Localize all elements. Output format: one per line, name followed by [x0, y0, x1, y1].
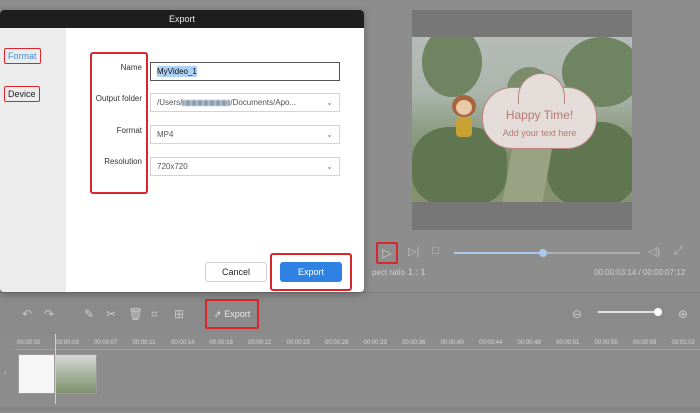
undo-icon[interactable]: ↶ — [22, 307, 32, 321]
chevron-down-icon: ⌄ — [326, 98, 333, 107]
chevron-down-icon: ⌄ — [326, 162, 333, 171]
text-overlay-cloud[interactable]: Happy Time! Add your text here — [482, 73, 597, 149]
export-icon: ⇗ — [213, 308, 222, 319]
dialog-sidebar: Format Device — [0, 28, 66, 292]
aspect-ratio-value[interactable]: 1 : 1 — [408, 267, 426, 277]
format-label: Format — [116, 126, 142, 135]
timeline-tick-label: 00:00:25 — [286, 340, 310, 346]
name-label: Name — [120, 63, 142, 72]
zoom-in-icon[interactable]: ⊕ — [678, 307, 688, 321]
timeline-tick-label: 00:00:44 — [479, 340, 503, 346]
timeline-clip-blank[interactable] — [18, 354, 55, 394]
redo-icon[interactable]: ↷ — [44, 307, 54, 321]
aspect-ratio-label: pect ratio — [372, 268, 405, 277]
export-button[interactable]: Export — [280, 262, 342, 282]
timeline-clip-video[interactable] — [55, 354, 97, 394]
resolution-label: Resolution — [104, 157, 142, 166]
name-value: MyVideo_1 — [157, 66, 197, 77]
zoom-out-icon[interactable]: ⊖ — [572, 307, 582, 321]
export-dialog: Export Format Device Name Output folder … — [0, 10, 364, 292]
crop-icon[interactable]: ⌗ — [151, 307, 158, 322]
timeline-tick-label: 00:00:59 — [633, 340, 657, 346]
stop-icon[interactable]: □ — [432, 245, 439, 257]
track-handle-icon: ‹ — [4, 368, 7, 377]
preview-panel: Happy Time! Add your text here — [412, 10, 632, 230]
dialog-title: Export — [0, 10, 364, 28]
format-value: MP4 — [157, 130, 174, 139]
dialog-content: Name Output folder Format Resolution MyV… — [66, 28, 364, 292]
seek-bar[interactable] — [454, 249, 640, 257]
overlay-title: Happy Time! — [505, 108, 574, 122]
toolbar-export-label: Export — [224, 309, 251, 319]
tab-format[interactable]: Format — [4, 48, 41, 64]
timeline-tick-label: 00:00:07 — [94, 340, 118, 346]
timeline-tick-label: 00:00:14 — [171, 340, 195, 346]
seek-handle[interactable] — [539, 249, 548, 257]
timeline-tick-label: 00:00:51 — [556, 340, 580, 346]
playhead[interactable] — [55, 334, 56, 404]
timeline-tick-label: 00:00:18 — [209, 340, 233, 346]
timeline-scrollbar[interactable] — [0, 407, 700, 411]
trash-icon[interactable]: 🗑 — [128, 307, 143, 321]
output-folder-label: Output folder — [95, 94, 142, 103]
timeline-tick-label: 00:00:55 — [594, 340, 618, 346]
tab-device[interactable]: Device — [4, 86, 40, 102]
cartoon-sticker[interactable] — [450, 95, 478, 143]
playback-controls: ▷ ▷| □ ◁) ⤢ — [372, 240, 700, 266]
resolution-select[interactable]: 720x720 ⌄ — [150, 157, 340, 176]
pencil-icon[interactable]: ✎ — [84, 307, 94, 321]
timeline-tick-label: 00:00:22 — [248, 340, 272, 346]
chevron-down-icon: ⌄ — [326, 130, 333, 139]
timeline-tick-label: 00:00:40 — [440, 340, 464, 346]
time-readout: 00:00:03:14 / 00:00:07:12 — [594, 268, 686, 277]
timeline-tick-label: 00:00:11 — [132, 340, 156, 346]
toolbar-export-button[interactable]: ⇗ Export — [205, 299, 259, 329]
export-button-highlight: Export — [270, 253, 352, 291]
timeline-tick-label: 00:00:03 — [55, 340, 79, 346]
timeline-tick-label: 00:00:48 — [517, 340, 541, 346]
play-icon: ▷ — [382, 246, 392, 260]
zoom-handle[interactable] — [654, 308, 662, 316]
name-input[interactable]: MyVideo_1 — [150, 62, 340, 81]
preview-frame: Happy Time! Add your text here — [412, 37, 632, 202]
step-forward-icon[interactable]: ▷| — [408, 245, 419, 258]
field-labels-highlight: Name Output folder Format Resolution — [90, 52, 148, 194]
seek-progress — [454, 252, 544, 254]
format-select[interactable]: MP4 ⌄ — [150, 125, 340, 144]
output-folder-prefix: /Users/ — [157, 98, 183, 107]
output-folder-suffix: /Documents/Apo... — [230, 98, 297, 107]
overlay-subtitle: Add your text here — [502, 128, 577, 138]
timeline-tick-label: 00:00:00 — [17, 340, 41, 346]
timeline-tick-label: 00:00:29 — [325, 340, 349, 346]
resolution-value: 720x720 — [157, 162, 188, 171]
timeline[interactable]: 00:00:00 00:00:03 00:00:07 00:00:11 00:00:14… — [0, 334, 700, 413]
timeline-tick-label: 00:00:33 — [363, 340, 387, 346]
volume-icon[interactable]: ◁) — [648, 245, 660, 258]
play-button[interactable]: ▷ — [376, 242, 398, 264]
edit-toolbar: ↶ ↷ ✎ ✂ 🗑 ⌗ ⊞ ⊖ ⊕ — [0, 292, 700, 334]
output-folder-field[interactable]: /Users/ /Documents/Apo... ⌄ — [150, 93, 340, 112]
fullscreen-icon[interactable]: ⤢ — [674, 245, 683, 258]
redacted-username — [182, 99, 231, 106]
timeline-tick-label: 00:00:36 — [402, 340, 426, 346]
mosaic-icon[interactable]: ⊞ — [174, 307, 184, 321]
scissors-icon[interactable]: ✂ — [106, 307, 116, 321]
zoom-slider[interactable] — [598, 308, 662, 316]
cancel-button[interactable]: Cancel — [205, 262, 267, 282]
timeline-tick-label: 00:01:02 — [671, 340, 695, 346]
